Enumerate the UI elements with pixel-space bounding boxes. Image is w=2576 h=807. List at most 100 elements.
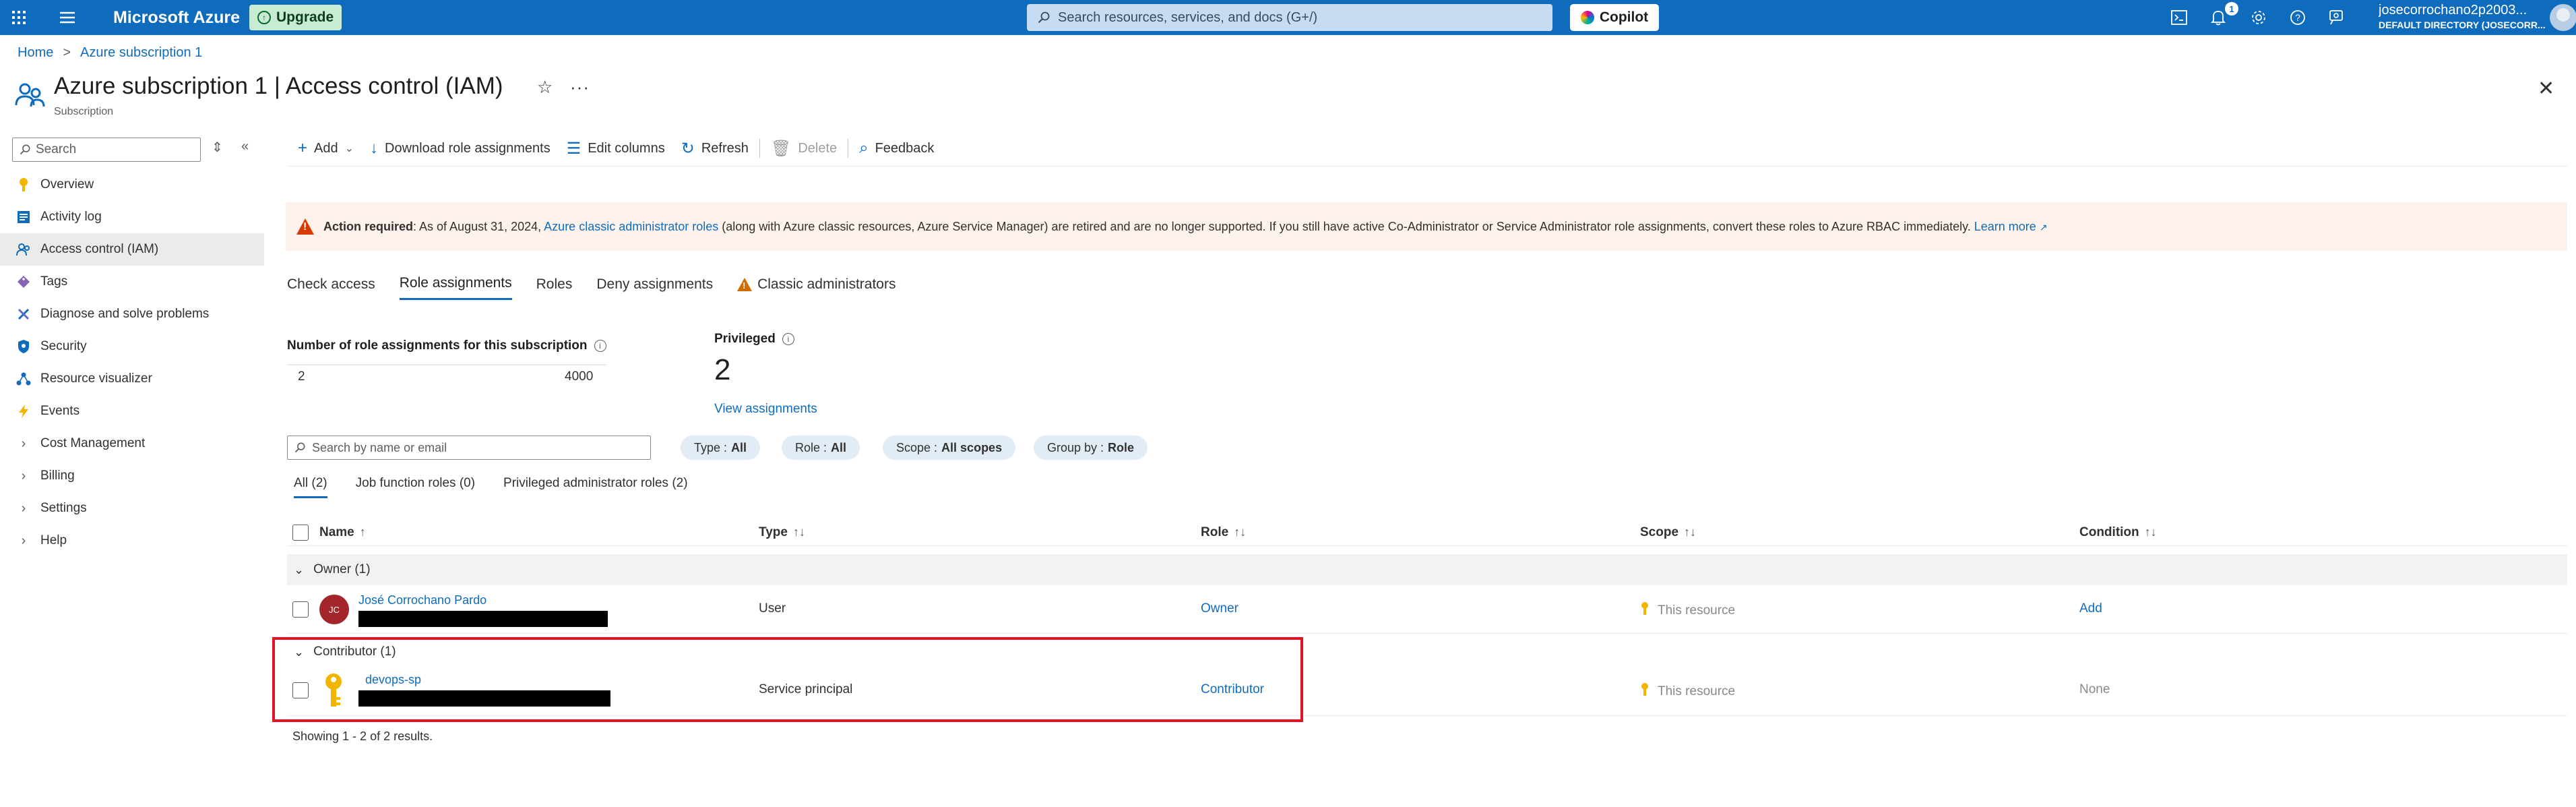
select-all-checkbox[interactable] bbox=[292, 524, 309, 541]
sidebar-item-billing[interactable]: › Billing bbox=[0, 460, 264, 492]
column-header-role[interactable]: Role ↑↓ bbox=[1201, 525, 1246, 540]
user-account-menu[interactable]: josecorrochano2p2003... DEFAULT DIRECTOR… bbox=[2379, 3, 2547, 32]
edit-columns-button[interactable]: ☰ Edit columns bbox=[559, 135, 673, 162]
sidebar-item-cost-management[interactable]: › Cost Management bbox=[0, 427, 264, 460]
type-cell: User bbox=[759, 601, 786, 616]
sidebar-item-overview[interactable]: Overview bbox=[0, 169, 264, 201]
sidebar-item-diagnose[interactable]: Diagnose and solve problems bbox=[0, 298, 264, 330]
learn-more-link[interactable]: Learn more bbox=[1974, 220, 2036, 233]
graph-icon bbox=[16, 371, 31, 386]
sidebar-item-label: Security bbox=[40, 339, 87, 353]
sidebar-item-events[interactable]: Events bbox=[0, 395, 264, 427]
principal-name-link[interactable]: José Corrochano Pardo bbox=[358, 593, 486, 607]
count-label-text: Number of role assignments for this subs… bbox=[287, 338, 588, 353]
role-assignments-count-label: Number of role assignments for this subs… bbox=[287, 338, 606, 353]
sidebar-item-activity-log[interactable]: Activity log bbox=[0, 201, 264, 233]
add-button[interactable]: + Add ⌄ bbox=[290, 135, 362, 162]
subtab-all[interactable]: All (2) bbox=[294, 476, 327, 498]
toolbar-divider-line bbox=[287, 166, 2567, 167]
people-icon bbox=[15, 83, 45, 107]
scope-cell: This resource bbox=[1640, 601, 1735, 620]
download-role-assignments-button[interactable]: ↓ Download role assignments bbox=[362, 135, 559, 162]
breadcrumb-subscription[interactable]: Azure subscription 1 bbox=[80, 45, 202, 61]
tab-deny-assignments[interactable]: Deny assignments bbox=[596, 275, 713, 300]
subtab-job-function-roles[interactable]: Job function roles (0) bbox=[356, 476, 475, 498]
assignment-search-input[interactable]: Search by name or email bbox=[287, 436, 651, 460]
sidebar-item-label: Activity log bbox=[40, 210, 102, 224]
command-toolbar: + Add ⌄ ↓ Download role assignments ☰ Ed… bbox=[290, 135, 942, 162]
role-filter-pill[interactable]: Role : All bbox=[782, 436, 860, 460]
scope-filter-pill[interactable]: Scope : All scopes bbox=[883, 436, 1016, 460]
svg-text:?: ? bbox=[2295, 12, 2300, 23]
close-icon[interactable]: ✕ bbox=[2538, 77, 2554, 100]
info-icon[interactable]: i bbox=[782, 333, 794, 345]
classic-admin-roles-link[interactable]: Azure classic administrator roles bbox=[544, 220, 718, 233]
tab-classic-administrators[interactable]: Classic administrators bbox=[737, 275, 896, 300]
delete-button[interactable]: 🗑 Delete bbox=[763, 135, 845, 162]
type-filter-pill[interactable]: Type : All bbox=[681, 436, 761, 460]
sidebar-item-help[interactable]: › Help bbox=[0, 525, 264, 557]
copilot-button[interactable]: Copilot bbox=[1570, 4, 1659, 31]
people-icon bbox=[16, 242, 31, 257]
sidebar-item-resource-visualizer[interactable]: Resource visualizer bbox=[0, 363, 264, 395]
user-avatar[interactable] bbox=[2550, 4, 2576, 31]
sort-icon: ↑↓ bbox=[1684, 525, 1697, 539]
column-header-type[interactable]: Type ↑↓ bbox=[759, 525, 805, 540]
info-icon[interactable]: i bbox=[594, 340, 606, 352]
favorite-star-icon[interactable]: ☆ bbox=[537, 77, 553, 98]
app-launcher-icon[interactable] bbox=[8, 7, 30, 28]
search-icon bbox=[1038, 11, 1050, 24]
column-header-name[interactable]: Name ↑ bbox=[319, 525, 366, 540]
sidebar-item-security[interactable]: Security bbox=[0, 330, 264, 363]
settings-gear-icon[interactable] bbox=[2248, 7, 2269, 28]
column-label: Condition bbox=[2079, 525, 2139, 539]
brand-name[interactable]: Microsoft Azure bbox=[113, 8, 240, 28]
chevron-right-icon: › bbox=[21, 436, 26, 451]
tab-role-assignments[interactable]: Role assignments bbox=[399, 275, 512, 300]
help-question-icon[interactable]: ? bbox=[2287, 7, 2308, 28]
add-condition-link[interactable]: Add bbox=[2079, 601, 2102, 616]
group-by-pill[interactable]: Group by : Role bbox=[1034, 436, 1148, 460]
pill-value: Role bbox=[1108, 440, 1135, 454]
sort-icon: ↑ bbox=[359, 525, 366, 539]
subtab-privileged-admin-roles[interactable]: Privileged administrator roles (2) bbox=[503, 476, 688, 498]
user-name: josecorrochano2p2003... bbox=[2379, 3, 2527, 18]
key-icon bbox=[16, 177, 31, 192]
notifications-count-badge: 1 bbox=[2225, 2, 2238, 16]
tab-roles[interactable]: Roles bbox=[536, 275, 573, 300]
column-label: Name bbox=[319, 525, 354, 539]
view-assignments-link[interactable]: View assignments bbox=[714, 402, 817, 417]
top-bar: Microsoft Azure ↑ Upgrade Search resourc… bbox=[0, 0, 2576, 35]
more-options-icon[interactable]: ··· bbox=[570, 77, 590, 98]
download-icon: ↓ bbox=[370, 139, 379, 157]
chevron-right-icon: › bbox=[21, 468, 26, 483]
feedback-person-icon[interactable] bbox=[2326, 7, 2348, 28]
sidebar-item-tags[interactable]: Tags bbox=[0, 266, 264, 298]
collapse-nav-icon[interactable]: « bbox=[241, 139, 249, 154]
upgrade-button[interactable]: ↑ Upgrade bbox=[249, 5, 342, 30]
pill-value: All scopes bbox=[941, 440, 1003, 454]
sort-updown-icon[interactable]: ⇕ bbox=[212, 139, 223, 156]
tab-check-access[interactable]: Check access bbox=[287, 275, 375, 300]
hamburger-menu-icon[interactable] bbox=[57, 7, 78, 28]
nav-search-placeholder: Search bbox=[36, 142, 77, 156]
sidebar-item-label: Diagnose and solve problems bbox=[40, 307, 210, 321]
breadcrumb-home[interactable]: Home bbox=[18, 45, 53, 61]
cloud-shell-icon[interactable] bbox=[2168, 7, 2190, 28]
copilot-icon bbox=[1580, 11, 1594, 24]
download-label: Download role assignments bbox=[385, 140, 551, 156]
sidebar-item-access-control[interactable]: Access control (IAM) bbox=[0, 233, 264, 266]
column-header-scope[interactable]: Scope ↑↓ bbox=[1640, 525, 1696, 540]
refresh-button[interactable]: ↻ Refresh bbox=[673, 135, 757, 162]
row-checkbox[interactable] bbox=[292, 601, 309, 618]
nav-search-input[interactable]: Search bbox=[12, 138, 201, 162]
global-search-input[interactable]: Search resources, services, and docs (G+… bbox=[1027, 4, 1552, 31]
scope-text: This resource bbox=[1658, 684, 1736, 698]
sidebar-item-settings[interactable]: › Settings bbox=[0, 492, 264, 525]
role-link[interactable]: Owner bbox=[1201, 601, 1238, 616]
iam-tabs: Check access Role assignments Roles Deny… bbox=[287, 275, 896, 300]
sidebar-item-label: Overview bbox=[40, 177, 94, 191]
feedback-button[interactable]: ⌕ Feedback bbox=[851, 135, 942, 162]
group-header-owner[interactable]: ⌄ Owner (1) bbox=[287, 554, 2567, 585]
column-header-condition[interactable]: Condition ↑↓ bbox=[2079, 525, 2157, 540]
